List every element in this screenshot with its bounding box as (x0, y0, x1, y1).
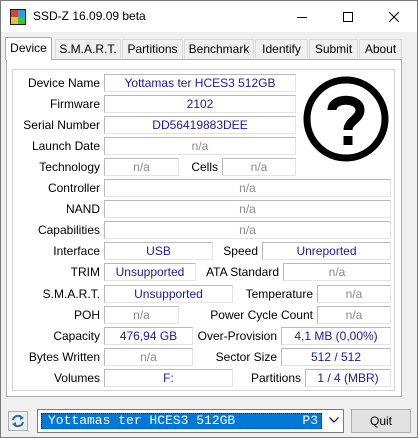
capacity-value: 476,94 GB (104, 327, 193, 345)
over-provision-label: Over-Provision (197, 329, 277, 343)
title-bar[interactable]: SSD-Z 16.09.09 beta (1, 1, 417, 32)
interface-label: Interface (53, 244, 100, 258)
interface-value: USB (104, 242, 213, 260)
window-title: SSD-Z 16.09.09 beta (33, 9, 146, 23)
tab-submit[interactable]: Submit (309, 39, 358, 58)
quit-button[interactable]: Quit (351, 409, 411, 433)
ssd-z-icon (10, 9, 26, 25)
bytes-written-value: n/a (104, 348, 193, 366)
controller-value: n/a (104, 179, 391, 197)
close-icon (389, 11, 399, 22)
refresh-icon (12, 414, 24, 428)
smart-label: S.M.A.R.T. (42, 287, 100, 301)
trim-label: TRIM (70, 265, 100, 279)
partitions-label: Partitions (250, 371, 301, 385)
volumes-label: Volumes (53, 371, 100, 385)
maximize-button[interactable] (325, 1, 371, 32)
tab-identify[interactable]: Identify (255, 39, 308, 58)
question-mark-icon (302, 75, 390, 163)
firmware-label: Firmware (50, 97, 100, 111)
smart-value: Unsupported (104, 285, 233, 303)
launch-date-value: n/a (104, 137, 296, 155)
drive-select-name: Yottamas ter HCES3 512GB (48, 413, 236, 428)
cells-label: Cells (191, 160, 218, 174)
sector-size-label: Sector Size (215, 350, 277, 364)
poh-label: POH (73, 308, 100, 322)
technology-label: Technology (39, 160, 100, 174)
ata-standard-label: ATA Standard (206, 265, 279, 279)
cells-value: n/a (222, 158, 296, 176)
controller-label: Controller (47, 181, 100, 195)
capacity-label: Capacity (53, 329, 100, 343)
drive-select[interactable]: Yottamas ter HCES3 512GB P3 (37, 409, 344, 433)
serial-number-value: DD56419883DEE (104, 116, 296, 134)
chevron-down-icon[interactable] (329, 417, 339, 423)
poh-value: n/a (104, 306, 179, 324)
firmware-value: 2102 (104, 95, 296, 113)
drive-select-slot: P3 (302, 413, 318, 428)
temperature-label: Temperature (245, 287, 313, 301)
capabilities-label: Capabilities (37, 223, 100, 237)
power-cycle-count-label: Power Cycle Count (210, 308, 313, 322)
capabilities-value: n/a (104, 221, 391, 239)
over-provision-value: 4,1 MB (0,00%) (281, 327, 391, 345)
partitions-value: 1 / 4 (MBR) (305, 369, 391, 387)
app-window: SSD-Z 16.09.09 beta Device S.M.A.R.T. Pa… (0, 0, 418, 438)
trim-value: Unsupported (104, 263, 196, 281)
sector-size-value: 512 / 512 (281, 348, 391, 366)
tab-device[interactable]: Device (5, 37, 52, 60)
maximize-icon (343, 11, 353, 22)
volumes-value: F: (104, 369, 233, 387)
tab-smart[interactable]: S.M.A.R.T. (55, 39, 121, 58)
minimize-icon (297, 16, 307, 18)
temperature-value: n/a (317, 285, 391, 303)
device-name-value: Yottamas ter HCES3 512GB (104, 74, 296, 92)
minimize-button[interactable] (279, 1, 325, 32)
nand-label: NAND (65, 202, 100, 216)
ata-standard-value: n/a (283, 263, 391, 281)
tab-about[interactable]: About (359, 39, 402, 58)
speed-label: Speed (223, 244, 258, 258)
close-button[interactable] (371, 1, 417, 32)
launch-date-label: Launch Date (31, 139, 100, 153)
tab-partitions[interactable]: Partitions (122, 39, 183, 58)
nand-value: n/a (104, 200, 391, 218)
drive-select-value: Yottamas ter HCES3 512GB P3 (41, 413, 322, 429)
bytes-written-label: Bytes Written (28, 350, 100, 364)
refresh-button[interactable] (8, 411, 28, 431)
power-cycle-count-value: n/a (317, 306, 391, 324)
tab-benchmark[interactable]: Benchmark (184, 39, 254, 58)
technology-value: n/a (104, 158, 179, 176)
serial-number-label: Serial Number (23, 118, 100, 132)
device-name-label: Device Name (27, 76, 100, 90)
speed-value: Unreported (262, 242, 391, 260)
